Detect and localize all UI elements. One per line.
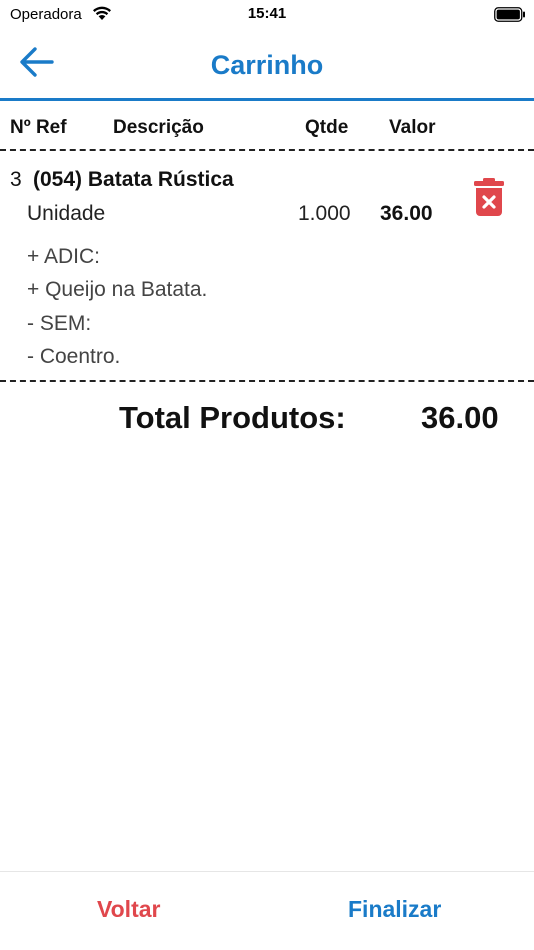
column-header-description: Descrição — [113, 117, 204, 138]
cart-screen: Operadora 15:41 Carrinho Nº Ref Descriçã… — [0, 0, 534, 950]
trash-icon — [474, 178, 504, 216]
app-header: Carrinho — [0, 30, 534, 101]
item-description: (054) Batata Rústica — [33, 168, 234, 191]
finish-button[interactable]: Finalizar — [348, 896, 441, 923]
item-modifier: + ADIC: — [27, 245, 100, 268]
back-button[interactable]: Voltar — [97, 896, 160, 923]
header-divider — [0, 149, 534, 151]
status-bar: Operadora 15:41 — [0, 0, 534, 30]
column-header-quantity: Qtde — [305, 117, 349, 138]
item-modifier: + Queijo na Batata. — [27, 278, 208, 301]
page-title: Carrinho — [210, 50, 324, 80]
total-label: Total Produtos: — [119, 400, 346, 435]
column-header-ref: Nº Ref — [10, 117, 67, 138]
item-unit: Unidade — [27, 202, 106, 225]
delete-item-button[interactable] — [470, 176, 508, 220]
item-ref: 3 — [10, 168, 22, 191]
item-modifier: - SEM: — [27, 312, 92, 335]
footer-bar: Voltar Finalizar — [0, 871, 534, 950]
item-value: 36.00 — [380, 202, 433, 225]
item-modifier: - Coentro. — [27, 345, 121, 368]
total-value: 36.00 — [421, 400, 499, 435]
items-divider — [0, 380, 534, 382]
item-quantity: 1.000 — [298, 202, 351, 225]
clock: 15:41 — [247, 5, 287, 22]
battery-icon — [494, 7, 525, 22]
column-header-value: Valor — [389, 117, 436, 138]
